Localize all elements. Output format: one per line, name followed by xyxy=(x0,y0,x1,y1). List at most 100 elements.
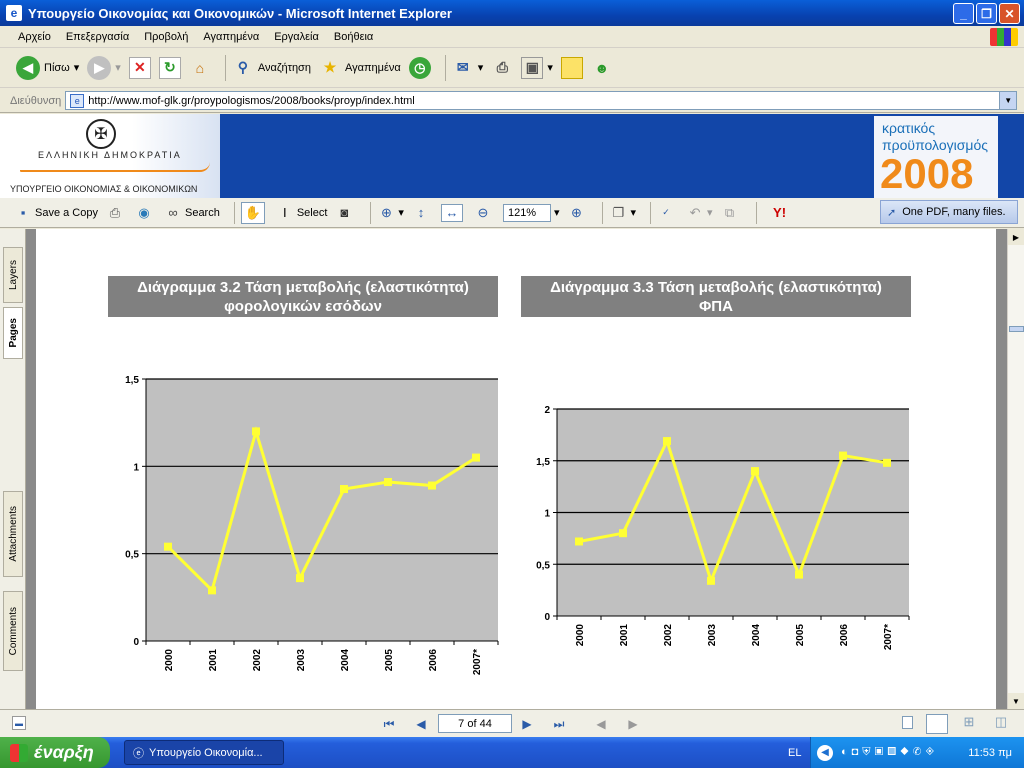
next-page-icon[interactable]: ▶ xyxy=(518,716,536,732)
previous-view-icon[interactable]: ◀ xyxy=(592,716,610,732)
last-page-icon[interactable]: ⏭ xyxy=(550,716,568,732)
chart2-y-tick-label: 1,5 xyxy=(536,457,550,468)
fit-width-button[interactable]: ↔ xyxy=(440,203,466,222)
scroll-thumb[interactable] xyxy=(1009,326,1024,332)
taskbar-item-label: Υπουργείο Οικονομία... xyxy=(149,746,263,759)
copy-button[interactable]: ⧉ xyxy=(721,204,742,222)
undo-dropdown-icon[interactable]: ▾ xyxy=(707,206,713,219)
edit-button[interactable]: ▣ ▾ xyxy=(521,56,553,79)
menu-bar: Αρχείο Επεξεργασία Προβολή Αγαπημένα Εργ… xyxy=(0,26,1024,48)
tab-pages[interactable]: Pages xyxy=(3,307,23,359)
menu-file[interactable]: Αρχείο xyxy=(18,31,51,43)
messenger-icon: ☻ xyxy=(594,59,610,76)
start-button[interactable]: έναρξη xyxy=(0,737,110,768)
search-pdf-label: Search xyxy=(184,206,220,219)
chart1-y-tick-label: 1,5 xyxy=(125,375,139,386)
messenger-button[interactable]: ☻ xyxy=(591,57,613,79)
snapshot-button[interactable]: ◙ xyxy=(335,204,356,222)
page-number-field[interactable]: 7 of 44 xyxy=(438,714,512,733)
zoom-field[interactable]: 121% ▾ xyxy=(502,203,560,222)
forward-dropdown-icon[interactable]: ▾ xyxy=(115,61,121,74)
spellcheck-button[interactable]: ✓ xyxy=(657,204,678,222)
address-dropdown-icon[interactable]: ▼ xyxy=(999,92,1017,109)
fit-height-icon: ↕ xyxy=(417,205,425,220)
rotate-dropdown-icon[interactable]: ▾ xyxy=(630,206,636,219)
scroll-right-arrow-icon[interactable]: ▶ xyxy=(1008,229,1024,245)
rotate-button[interactable]: ❐ ▾ xyxy=(609,204,636,222)
menu-tools[interactable]: Εργαλεία xyxy=(274,31,319,43)
logo-swoosh xyxy=(20,162,210,172)
star-icon: ★ xyxy=(323,59,337,75)
print-button[interactable]: ⎙ xyxy=(491,57,513,79)
zoom-value[interactable]: 121% xyxy=(502,203,551,222)
undo-button[interactable]: ↶ ▾ xyxy=(686,204,713,222)
continuous-facing-icon[interactable]: ⊞ xyxy=(958,714,980,734)
menu-help[interactable]: Βοήθεια xyxy=(334,31,373,43)
tab-layers[interactable]: Layers xyxy=(3,247,23,303)
print-pdf-button[interactable]: ⎙ xyxy=(106,204,127,222)
history-button[interactable]: ◷ xyxy=(408,56,431,79)
panel-toggle-icon[interactable]: ▬ xyxy=(12,716,26,730)
zoom-out-button[interactable]: ⊖ xyxy=(474,204,495,222)
back-button[interactable]: ◀ Πίσω ▾ xyxy=(16,55,80,80)
previous-page-icon[interactable]: ◀ xyxy=(412,716,430,732)
favorites-button[interactable]: ★ Αγαπημένα xyxy=(319,57,401,79)
next-view-icon[interactable]: ▶ xyxy=(624,716,642,732)
forward-button[interactable]: ▶ ▾ xyxy=(87,55,121,80)
chart1-data-point xyxy=(428,481,436,490)
select-tool-button[interactable]: Ι Select xyxy=(276,204,327,222)
home-button[interactable]: ⌂ xyxy=(189,57,211,79)
copy-icon: ⧉ xyxy=(724,204,735,220)
yahoo-button[interactable]: Y! xyxy=(763,204,800,222)
start-label: έναρξη xyxy=(34,742,94,762)
save-copy-button[interactable]: ▪ Save a Copy xyxy=(14,204,98,222)
hand-tool-button[interactable]: ✋ xyxy=(240,201,268,224)
zoom-dropdown-icon[interactable]: ▾ xyxy=(398,206,404,219)
tray-expand-icon[interactable]: ◀ xyxy=(817,744,833,761)
charts-canvas: 0 0,5 1 1,5 2000 2001 2002 2003 2004 2005 2006 2007… xyxy=(125,375,910,675)
taskbar: έναρξη ⓔ Υπουργείο Οικονομία... EL ◀ ◐◘⛨… xyxy=(0,737,1024,768)
chart2-y-tick-label: 1 xyxy=(544,509,550,520)
minimize-button[interactable]: _ xyxy=(953,3,974,24)
taskbar-item-ie[interactable]: ⓔ Υπουργείο Οικονομία... xyxy=(124,740,284,765)
search-button[interactable]: ⚲ Αναζήτηση xyxy=(232,57,311,79)
menu-edit[interactable]: Επεξεργασία xyxy=(66,31,129,43)
first-page-icon[interactable]: ⏮ xyxy=(380,716,398,732)
promo-button[interactable]: ➚ One PDF, many files. xyxy=(880,200,1018,224)
back-dropdown-icon[interactable]: ▾ xyxy=(74,61,80,74)
floppy-icon: ▪ xyxy=(20,205,26,220)
chart1-x-tick-label: 2006 xyxy=(428,649,439,672)
zoom-tool-button[interactable]: ⊕ ▾ xyxy=(377,204,404,222)
single-page-icon[interactable] xyxy=(896,714,918,734)
close-button[interactable]: ✕ xyxy=(999,3,1020,24)
vertical-scrollbar[interactable]: ▶ ▼ xyxy=(1007,229,1024,709)
maximize-button[interactable]: ❐ xyxy=(976,3,997,24)
zoom-value-dropdown-icon[interactable]: ▾ xyxy=(554,206,560,219)
menu-favorites[interactable]: Αγαπημένα xyxy=(203,31,259,43)
scroll-down-arrow-icon[interactable]: ▼ xyxy=(1008,693,1024,709)
language-indicator[interactable]: EL xyxy=(788,747,801,759)
tray-icons[interactable]: ◐◘⛨▣▤◆✆◈ xyxy=(841,746,938,759)
continuous-page-icon[interactable] xyxy=(926,714,948,734)
camera-icon: ◙ xyxy=(340,205,349,220)
tab-comments[interactable]: Comments xyxy=(3,591,23,671)
edit-dropdown-icon[interactable]: ▾ xyxy=(547,61,553,74)
discuss-button[interactable] xyxy=(560,56,583,79)
facing-icon[interactable]: ◫ xyxy=(990,714,1012,734)
mail-button[interactable]: ✉ ▾ xyxy=(452,57,484,79)
menu-view[interactable]: Προβολή xyxy=(144,31,188,43)
actual-size-button[interactable]: ↕ xyxy=(412,204,433,222)
windows-flag-icon xyxy=(10,743,28,762)
email-pdf-button[interactable]: ◉ xyxy=(135,204,156,222)
tab-attachments[interactable]: Attachments xyxy=(3,491,23,577)
stop-button[interactable]: ✕ xyxy=(128,56,151,79)
chart1-y-tick-label: 1 xyxy=(133,462,139,473)
search-pdf-button[interactable]: ∞ Search xyxy=(164,204,220,222)
zoom-in-button[interactable]: ⊕ xyxy=(567,204,588,222)
chart1-x-tick-label: 2000 xyxy=(164,649,175,672)
email-globe-icon: ◉ xyxy=(138,204,150,220)
address-input[interactable]: e http://www.mof-glk.gr/proypologismos/2… xyxy=(65,91,1018,110)
toolbar-separator xyxy=(233,201,235,224)
mail-dropdown-icon[interactable]: ▾ xyxy=(478,61,484,74)
refresh-button[interactable]: ↻ xyxy=(158,56,181,79)
